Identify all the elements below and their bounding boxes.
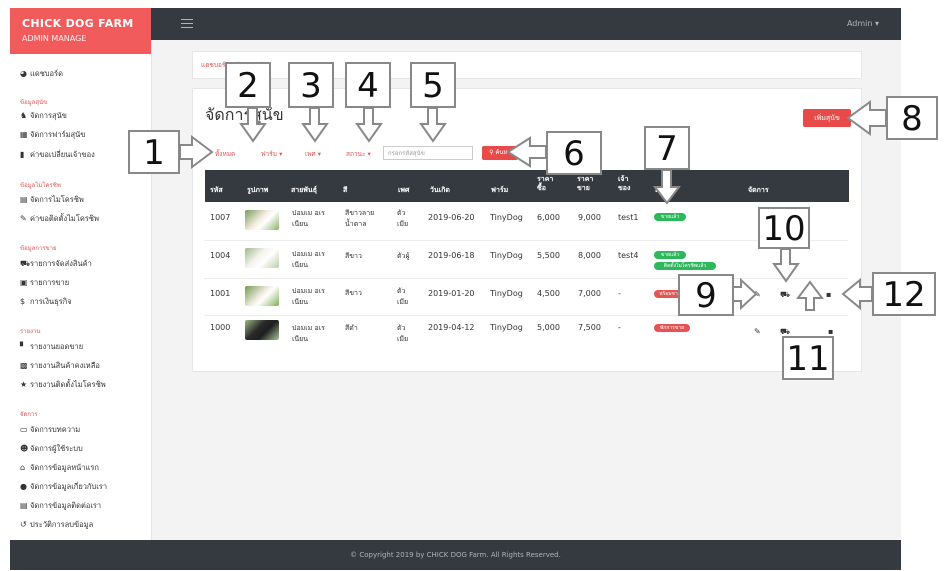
callout-arrow-4 (355, 107, 383, 143)
callout-10: 10 (758, 207, 810, 249)
callout-arrow-7 (653, 169, 681, 205)
callout-arrow-11 (796, 280, 824, 311)
callout-8: 8 (886, 96, 938, 140)
callout-3: 3 (288, 62, 334, 108)
callout-5: 5 (410, 62, 456, 108)
callout-arrows (179, 100, 887, 311)
callout-arrow-8 (846, 100, 887, 136)
callout-arrow-5 (419, 107, 447, 143)
callout-4: 4 (345, 62, 391, 108)
callout-7: 7 (644, 126, 690, 170)
callout-12: 12 (872, 272, 936, 316)
callout-2: 2 (225, 62, 271, 108)
callout-arrow-2 (239, 107, 267, 143)
callout-1: 1 (128, 130, 180, 174)
callout-arrow-3 (301, 107, 329, 143)
callout-9: 9 (678, 274, 734, 316)
callout-arrow-1 (179, 135, 214, 169)
callout-arrow-12 (841, 277, 873, 311)
callout-arrow-10 (772, 248, 800, 283)
callout-6: 6 (546, 131, 602, 175)
callout-11: 11 (782, 336, 834, 380)
callout-arrow-9 (732, 277, 758, 311)
callout-arrow-6 (506, 136, 547, 168)
